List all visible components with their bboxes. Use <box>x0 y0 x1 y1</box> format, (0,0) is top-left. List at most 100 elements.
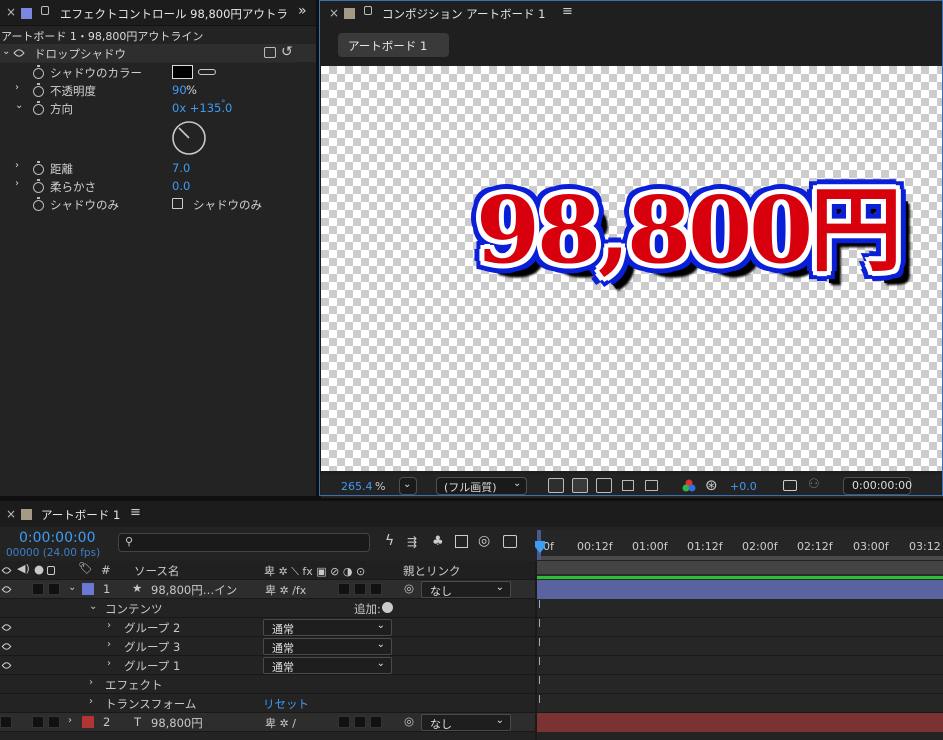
transparency-grid-icon[interactable] <box>572 478 588 493</box>
draft-3d-icon[interactable]: ϟ <box>385 533 394 549</box>
blend-mode-dropdown[interactable]: 通常 ⌄ <box>263 657 392 674</box>
stopwatch-icon[interactable] <box>33 161 44 175</box>
lock-header-icon[interactable] <box>47 566 55 575</box>
visibility-icon[interactable] <box>1 660 12 671</box>
pickwhip-icon[interactable]: ◎ <box>404 581 414 595</box>
layer-switches[interactable]: 卑 ✲ /fx <box>265 582 306 598</box>
color-swatch[interactable] <box>172 65 193 79</box>
frame-blending-icon[interactable] <box>455 535 468 548</box>
eyedropper-icon[interactable] <box>198 69 216 75</box>
parent-dropdown[interactable]: なし ⌄ <box>421 714 511 731</box>
chevron-right-icon[interactable]: › <box>15 82 19 93</box>
layer-row[interactable]: › 2 T 98,800円 卑 ✲ / ◎ なし ⌄ <box>0 713 535 732</box>
lock-icon[interactable] <box>41 6 49 15</box>
chevron-right-icon[interactable]: › <box>107 620 111 631</box>
zoom-value[interactable]: 265.4 <box>341 480 373 493</box>
effect-controls-tab[interactable]: × エフェクトコントロール 98,800円アウトライ » <box>0 0 316 26</box>
grid-guides-icon[interactable] <box>645 480 658 491</box>
mask-visibility-icon[interactable] <box>596 478 612 493</box>
stopwatch-icon[interactable] <box>33 179 44 193</box>
visibility-icon[interactable] <box>1 584 12 595</box>
zoom-dropdown[interactable]: ⌄ <box>399 477 417 495</box>
solo-toggle[interactable] <box>32 716 44 728</box>
motion-blur-icon[interactable]: ◎ <box>478 533 490 549</box>
contents-row[interactable]: ⌄ コンテンツ 追加: <box>0 599 535 618</box>
layer-row[interactable]: ⌄ 1 ★ 98,800円…イン 卑 ✲ /fx ◎ なし ⌄ <box>0 580 535 599</box>
switch-box[interactable] <box>370 583 382 595</box>
visibility-icon[interactable] <box>1 622 12 633</box>
composition-canvas[interactable]: 98,800円 <box>321 66 943 471</box>
blend-mode-dropdown[interactable]: 通常 ⌄ <box>263 638 392 655</box>
lock-toggle[interactable] <box>48 716 60 728</box>
current-timecode[interactable]: 0:00:00:00 <box>19 530 96 546</box>
chevron-right-icon[interactable]: › <box>89 696 93 707</box>
stopwatch-icon[interactable] <box>33 65 44 79</box>
parent-dropdown[interactable]: なし ⌄ <box>421 581 511 598</box>
layer-1-bar[interactable] <box>537 580 943 599</box>
visibility-toggle[interactable] <box>0 716 12 728</box>
reset-icon[interactable]: ↺ <box>281 44 293 60</box>
effect-header-row[interactable]: ⌄ ドロップシャドウ ↺ <box>0 44 316 62</box>
chevron-right-icon[interactable]: › <box>89 677 93 688</box>
chevron-right-icon[interactable]: › <box>107 639 111 650</box>
layer-name[interactable]: 98,800円 <box>151 715 203 731</box>
chevron-down-icon[interactable]: ⌄ <box>15 100 23 111</box>
parent-link-header[interactable]: 親とリンク <box>403 563 461 579</box>
stopwatch-icon[interactable] <box>33 101 44 115</box>
stopwatch-icon[interactable] <box>33 83 44 97</box>
comp-tab-button[interactable]: アートボード 1 <box>338 33 449 57</box>
visibility-icon[interactable] <box>1 641 12 652</box>
group-row[interactable]: › グループ 3 通常 ⌄ <box>0 637 535 656</box>
shy-layers-icon[interactable]: ♣ <box>432 534 444 549</box>
group-row[interactable]: › グループ 2 通常 ⌄ <box>0 618 535 637</box>
resolution-dropdown[interactable]: (フル画質) ⌄ <box>436 477 527 495</box>
effects-row[interactable]: › エフェクト <box>0 675 535 694</box>
switch-box[interactable] <box>338 583 350 595</box>
blend-mode-dropdown[interactable]: 通常 ⌄ <box>263 619 392 636</box>
shadow-only-checkbox[interactable] <box>172 198 183 209</box>
time-ruler[interactable]: 0f 00:12f 01:00f 01:12f 02:00f 02:12f 03… <box>537 530 943 560</box>
close-icon[interactable]: × <box>6 507 16 521</box>
chevron-right-icon[interactable]: › <box>107 658 111 669</box>
layer-2-bar[interactable] <box>537 713 943 732</box>
region-of-interest-icon[interactable] <box>622 480 634 491</box>
chevron-down-icon[interactable]: ⌄ <box>89 601 97 612</box>
reset-link[interactable]: リセット <box>263 696 309 712</box>
timeline-tab[interactable]: × アートボード 1 ≡ <box>0 501 943 527</box>
menu-icon[interactable]: ≡ <box>130 505 141 520</box>
switch-box[interactable] <box>354 716 366 728</box>
visibility-icon[interactable] <box>13 47 25 59</box>
playhead-icon[interactable] <box>534 541 546 555</box>
audio-header-icon[interactable]: ◀) <box>17 562 30 575</box>
show-snapshot-icon[interactable]: ⚇ <box>808 477 820 492</box>
chevron-right-icon[interactable]: › <box>15 160 19 171</box>
direction-dial[interactable] <box>170 119 208 157</box>
camera-icon[interactable] <box>783 480 797 491</box>
distance-value[interactable]: 7.0 <box>172 161 190 175</box>
layer-label-color[interactable] <box>82 583 94 595</box>
search-input[interactable]: ⚲ <box>118 533 370 552</box>
opacity-value[interactable]: 90 <box>172 83 187 97</box>
switch-box[interactable] <box>338 716 350 728</box>
timecode-display[interactable]: 0:00:00:00 <box>843 477 912 495</box>
exposure-value[interactable]: +0.0 <box>730 480 757 493</box>
visibility-header-icon[interactable] <box>1 565 12 576</box>
channel-icon[interactable] <box>681 478 697 494</box>
close-icon[interactable]: × <box>329 6 339 20</box>
source-name-header[interactable]: ソース名 <box>134 563 179 579</box>
layer-label-color[interactable] <box>82 716 94 728</box>
canvas-text[interactable]: 98,800円 <box>476 184 902 276</box>
graph-editor-icon[interactable] <box>503 535 517 548</box>
add-menu-icon[interactable] <box>382 602 393 613</box>
transform-row[interactable]: › トランスフォーム リセット <box>0 694 535 713</box>
softness-value[interactable]: 0.0 <box>172 179 190 193</box>
group-row[interactable]: › グループ 1 通常 ⌄ <box>0 656 535 675</box>
lock-toggle[interactable] <box>48 583 60 595</box>
pickwhip-icon[interactable]: ◎ <box>404 714 414 728</box>
chevron-double-right-icon[interactable]: » <box>298 3 307 19</box>
solo-toggle[interactable] <box>32 583 44 595</box>
switch-box[interactable] <box>370 716 382 728</box>
switch-box[interactable] <box>354 583 366 595</box>
chevron-right-icon[interactable]: › <box>68 715 72 726</box>
menu-icon[interactable]: ≡ <box>562 4 573 19</box>
